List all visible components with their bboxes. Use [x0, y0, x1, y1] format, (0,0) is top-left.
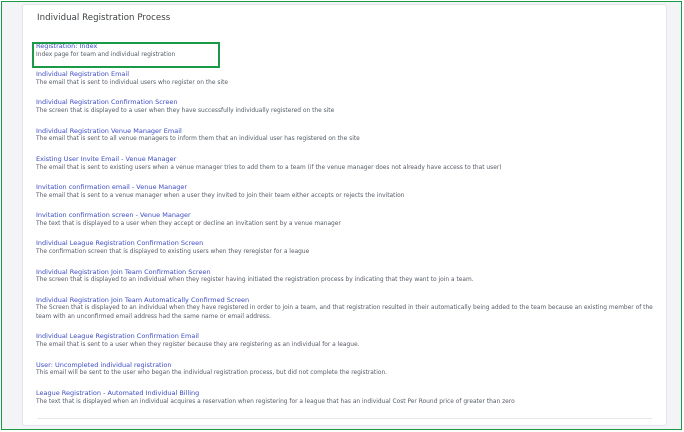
- link-individual-registration-confirmation-screen[interactable]: Individual Registration Confirmation Scr…: [36, 98, 656, 107]
- page-title: Individual Registration Process: [37, 13, 171, 23]
- item-description: The email that is sent to existing users…: [36, 164, 502, 171]
- template-list: Registration: Index Index page for team …: [36, 42, 656, 417]
- item-description: The email that is sent to all venue mana…: [36, 136, 360, 143]
- item-description: The text that is displayed to a user whe…: [36, 220, 341, 227]
- link-league-registration-confirmation-screen[interactable]: Individual League Registration Confirmat…: [36, 239, 656, 248]
- list-item-registration-index: Registration: Index Index page for team …: [36, 42, 656, 59]
- link-invitation-confirmation-screen[interactable]: Invitation confirmation screen - Venue M…: [36, 211, 656, 220]
- item-description: Index page for team and individual regis…: [36, 51, 176, 58]
- list-item-join-team-confirmation-screen: Individual Registration Join Team Confir…: [36, 268, 656, 285]
- item-description: This email will be sent to the user who …: [36, 370, 388, 377]
- item-description: The screen that is displayed to a user w…: [36, 108, 335, 115]
- link-invitation-confirmation-email[interactable]: Invitation confirmation email - Venue Ma…: [36, 183, 656, 192]
- link-join-team-confirmation-screen[interactable]: Individual Registration Join Team Confir…: [36, 268, 656, 277]
- link-individual-registration-email[interactable]: Individual Registration Email: [36, 70, 656, 79]
- link-registration-index[interactable]: Registration: Index: [36, 42, 656, 51]
- list-item-existing-user-invite-email: Existing User Invite Email - Venue Manag…: [36, 155, 656, 172]
- link-league-registration-confirmation-email[interactable]: Individual League Registration Confirmat…: [36, 332, 656, 341]
- list-item-league-registration-confirmation-screen: Individual League Registration Confirmat…: [36, 239, 656, 256]
- list-item-join-team-auto-confirmed-screen: Individual Registration Join Team Automa…: [36, 296, 656, 322]
- item-description: The confirmation screen that is displaye…: [36, 249, 310, 256]
- link-venue-manager-email[interactable]: Individual Registration Venue Manager Em…: [36, 127, 656, 136]
- list-item-venue-manager-email: Individual Registration Venue Manager Em…: [36, 127, 656, 144]
- list-item-invitation-confirmation-screen: Invitation confirmation screen - Venue M…: [36, 211, 656, 228]
- link-automated-individual-billing[interactable]: League Registration - Automated Individu…: [36, 389, 656, 398]
- item-description: The text that is displayed when an indiv…: [36, 398, 515, 405]
- list-item-league-registration-confirmation-email: Individual League Registration Confirmat…: [36, 332, 656, 349]
- list-item-uncompleted-individual-registration: User: Uncompleted individual registratio…: [36, 361, 656, 378]
- panel-divider: [37, 418, 652, 419]
- item-description: The email that is sent to individual use…: [36, 79, 229, 86]
- link-uncompleted-individual-registration[interactable]: User: Uncompleted individual registratio…: [36, 361, 656, 370]
- link-existing-user-invite-email[interactable]: Existing User Invite Email - Venue Manag…: [36, 155, 656, 164]
- list-item-automated-individual-billing: League Registration - Automated Individu…: [36, 389, 656, 406]
- list-item-invitation-confirmation-email: Invitation confirmation email - Venue Ma…: [36, 183, 656, 200]
- list-item-individual-registration-confirmation-screen: Individual Registration Confirmation Scr…: [36, 98, 656, 115]
- list-item-individual-registration-email: Individual Registration Email The email …: [36, 70, 656, 87]
- item-description: The screen that is displayed to an indiv…: [36, 277, 474, 284]
- item-description: The email that is sent to a venue manage…: [36, 192, 405, 199]
- link-join-team-auto-confirmed-screen[interactable]: Individual Registration Join Team Automa…: [36, 296, 656, 305]
- item-description: The Screen that is displayed to an indiv…: [36, 305, 653, 321]
- item-description: The email that is sent to a user when th…: [36, 342, 360, 349]
- registration-process-panel: Individual Registration Process Registra…: [22, 4, 667, 426]
